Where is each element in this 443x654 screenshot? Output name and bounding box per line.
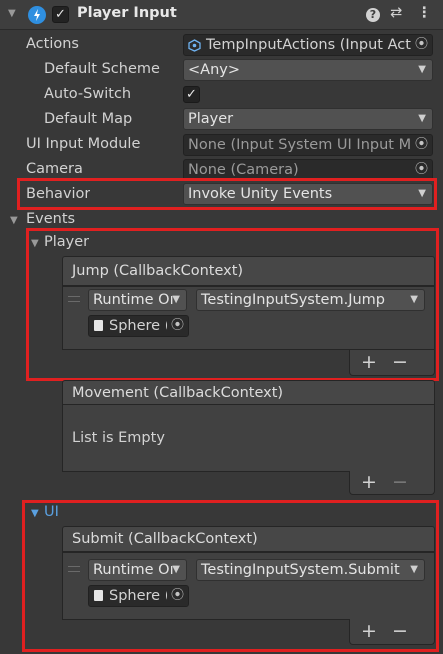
ui-input-module-field[interactable]: None (Input System UI Input Mo ⦿ <box>183 134 433 156</box>
default-scheme-label: Default Scheme <box>44 61 160 77</box>
default-map-label: Default Map <box>44 111 133 127</box>
movement-event-body: List is Empty <box>62 404 435 472</box>
events-fold-icon[interactable]: ▼ <box>10 215 18 226</box>
ui-events-highlight <box>22 500 439 652</box>
object-picker-icon[interactable]: ⦿ <box>411 35 432 55</box>
default-map-dropdown[interactable]: Player ▼ <box>183 108 433 130</box>
auto-switch-checkbox[interactable]: ✓ <box>183 86 200 103</box>
dropdown-arrow-icon: ▼ <box>418 113 426 124</box>
behavior-highlight <box>17 178 437 210</box>
movement-event-header: Movement (CallbackContext) <box>62 380 435 405</box>
add-listener-button[interactable]: + <box>356 470 382 494</box>
object-picker-icon[interactable]: ⦿ <box>411 135 432 155</box>
ui-input-module-value: None (Input System UI Input Mo <box>188 137 420 153</box>
presets-icon[interactable]: ⇄ <box>390 5 402 21</box>
context-menu-icon[interactable]: ⋮ <box>417 5 432 21</box>
camera-label: Camera <box>26 161 83 177</box>
component-header: ▼ ✓ Player Input ? ⇄ ⋮ <box>0 0 443 30</box>
actions-label: Actions <box>26 36 79 52</box>
camera-value: None (Camera) <box>188 162 299 178</box>
checkmark-icon: ✓ <box>55 7 66 22</box>
movement-list-footer: + − <box>349 471 435 495</box>
events-label: Events <box>26 211 76 227</box>
actions-value: TempInputActions (Input Acti <box>206 37 415 53</box>
dropdown-arrow-icon: ▼ <box>418 64 426 75</box>
fold-triangle-icon[interactable]: ▼ <box>8 8 16 19</box>
default-scheme-dropdown[interactable]: <Any> ▼ <box>183 59 433 81</box>
remove-listener-button[interactable]: − <box>387 470 413 494</box>
auto-switch-label: Auto-Switch <box>44 86 132 102</box>
ui-input-module-label: UI Input Module <box>26 136 141 152</box>
actions-field[interactable]: TempInputActions (Input Acti ⦿ <box>183 34 433 56</box>
list-empty-label: List is Empty <box>72 430 165 446</box>
movement-event-title: Movement (CallbackContext) <box>72 385 284 401</box>
object-picker-icon[interactable]: ⦿ <box>411 160 432 180</box>
default-map-value: Player <box>188 111 234 127</box>
help-icon[interactable]: ? <box>366 8 380 22</box>
default-scheme-value: <Any> <box>188 62 240 78</box>
player-events-highlight <box>26 228 439 381</box>
input-system-icon <box>28 6 46 24</box>
component-title: Player Input <box>77 5 177 21</box>
checkmark-icon: ✓ <box>186 87 197 102</box>
input-actions-asset-icon <box>188 39 201 52</box>
component-enabled-checkbox[interactable]: ✓ <box>52 6 69 23</box>
